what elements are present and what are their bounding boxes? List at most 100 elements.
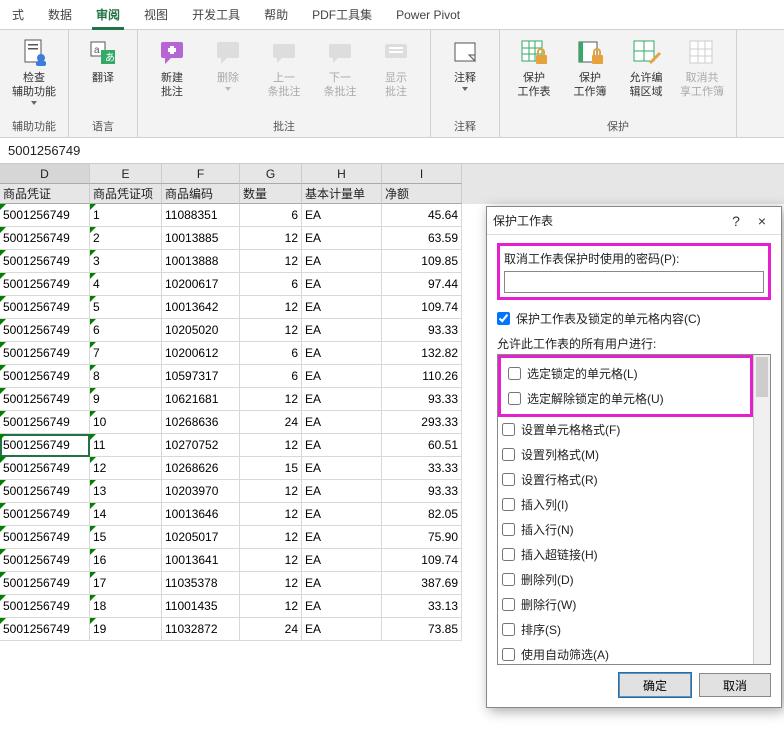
cell[interactable]: 97.44: [382, 273, 462, 296]
cell[interactable]: 10013646: [162, 503, 240, 526]
cell[interactable]: 5001256749: [0, 319, 90, 342]
permission-checkbox[interactable]: [502, 473, 515, 486]
tab-式[interactable]: 式: [0, 0, 36, 30]
cell[interactable]: 10621681: [162, 388, 240, 411]
tab-审阅[interactable]: 审阅: [84, 0, 132, 30]
permission-item[interactable]: 插入列(I): [498, 492, 753, 517]
cell[interactable]: EA: [302, 342, 382, 365]
tab-数据[interactable]: 数据: [36, 0, 84, 30]
cell[interactable]: 5001256749: [0, 342, 90, 365]
cell[interactable]: 5001256749: [0, 434, 90, 457]
cell[interactable]: EA: [302, 365, 382, 388]
cell[interactable]: 5001256749: [0, 273, 90, 296]
cell[interactable]: 10205020: [162, 319, 240, 342]
column-head-E[interactable]: E: [90, 164, 162, 184]
cell[interactable]: 5001256749: [0, 411, 90, 434]
cell[interactable]: EA: [302, 204, 382, 227]
cell[interactable]: 8: [90, 365, 162, 388]
cell[interactable]: 33.33: [382, 457, 462, 480]
protect-workbook-button[interactable]: 保护工作簿: [562, 35, 618, 101]
permission-checkbox[interactable]: [502, 523, 515, 536]
dialog-close-button[interactable]: ×: [749, 213, 775, 229]
permission-item[interactable]: 插入行(N): [498, 517, 753, 542]
cell[interactable]: 60.51: [382, 434, 462, 457]
cell[interactable]: 387.69: [382, 572, 462, 595]
cell[interactable]: 15: [240, 457, 302, 480]
cell[interactable]: 12: [240, 572, 302, 595]
cell[interactable]: 109.74: [382, 549, 462, 572]
cell[interactable]: EA: [302, 618, 382, 641]
cell[interactable]: 10203970: [162, 480, 240, 503]
cell[interactable]: 10205017: [162, 526, 240, 549]
cell[interactable]: EA: [302, 388, 382, 411]
cell[interactable]: 5001256749: [0, 296, 90, 319]
cell[interactable]: 5001256749: [0, 250, 90, 273]
cell[interactable]: 12: [240, 296, 302, 319]
permission-item[interactable]: 使用自动筛选(A): [498, 642, 753, 664]
cell[interactable]: 33.13: [382, 595, 462, 618]
permission-checkbox[interactable]: [502, 498, 515, 511]
cell[interactable]: 10013888: [162, 250, 240, 273]
cell[interactable]: 5: [90, 296, 162, 319]
cell[interactable]: 110.26: [382, 365, 462, 388]
cell[interactable]: 5001256749: [0, 204, 90, 227]
permissions-scrollbar[interactable]: [753, 355, 770, 664]
cell[interactable]: EA: [302, 227, 382, 250]
permission-item[interactable]: 删除列(D): [498, 567, 753, 592]
permission-checkbox[interactable]: [502, 423, 515, 436]
cell[interactable]: 109.85: [382, 250, 462, 273]
tab-视图[interactable]: 视图: [132, 0, 180, 30]
cell[interactable]: 10597317: [162, 365, 240, 388]
permission-item[interactable]: 删除行(W): [498, 592, 753, 617]
permission-checkbox[interactable]: [502, 648, 515, 661]
tab-PDF工具集[interactable]: PDF工具集: [300, 0, 384, 30]
cell[interactable]: 5001256749: [0, 595, 90, 618]
cell[interactable]: 63.59: [382, 227, 462, 250]
cell[interactable]: 10013641: [162, 549, 240, 572]
cell[interactable]: 15: [90, 526, 162, 549]
cell[interactable]: 4: [90, 273, 162, 296]
cell[interactable]: 75.90: [382, 526, 462, 549]
cell[interactable]: 93.33: [382, 319, 462, 342]
protect-locked-checkbox-line[interactable]: 保护工作表及锁定的单元格内容(C): [497, 310, 771, 327]
cell[interactable]: EA: [302, 411, 382, 434]
permission-item[interactable]: 插入超链接(H): [498, 542, 753, 567]
cell[interactable]: EA: [302, 250, 382, 273]
cell[interactable]: 12: [240, 595, 302, 618]
check-accessibility-button[interactable]: 检查辅助功能: [6, 35, 62, 107]
cell[interactable]: 6: [240, 365, 302, 388]
cell[interactable]: 7: [90, 342, 162, 365]
cell[interactable]: 10268636: [162, 411, 240, 434]
cell[interactable]: 93.33: [382, 480, 462, 503]
formula-bar[interactable]: 5001256749: [0, 138, 784, 164]
cell[interactable]: EA: [302, 549, 382, 572]
cell[interactable]: 3: [90, 250, 162, 273]
cell[interactable]: EA: [302, 296, 382, 319]
cancel-button[interactable]: 取消: [699, 673, 771, 697]
cell[interactable]: EA: [302, 434, 382, 457]
permission-checkbox[interactable]: [508, 392, 521, 405]
cell[interactable]: 109.74: [382, 296, 462, 319]
tab-Power Pivot[interactable]: Power Pivot: [384, 0, 472, 30]
cell[interactable]: 11032872: [162, 618, 240, 641]
cell[interactable]: 24: [240, 618, 302, 641]
cell[interactable]: EA: [302, 526, 382, 549]
new-comment-button[interactable]: 新建批注: [144, 35, 200, 101]
cell[interactable]: 10200612: [162, 342, 240, 365]
cell[interactable]: 5001256749: [0, 388, 90, 411]
cell[interactable]: 73.85: [382, 618, 462, 641]
tab-帮助[interactable]: 帮助: [252, 0, 300, 30]
cell[interactable]: 2: [90, 227, 162, 250]
permission-checkbox[interactable]: [508, 367, 521, 380]
cell[interactable]: 93.33: [382, 388, 462, 411]
cell[interactable]: 6: [90, 319, 162, 342]
tab-开发工具[interactable]: 开发工具: [180, 0, 252, 30]
cell[interactable]: 82.05: [382, 503, 462, 526]
cell[interactable]: 12: [240, 388, 302, 411]
cell[interactable]: 11088351: [162, 204, 240, 227]
cell[interactable]: 12: [90, 457, 162, 480]
cell[interactable]: 12: [240, 319, 302, 342]
permission-checkbox[interactable]: [502, 598, 515, 611]
column-label-I[interactable]: 净额: [382, 184, 462, 204]
cell[interactable]: EA: [302, 273, 382, 296]
